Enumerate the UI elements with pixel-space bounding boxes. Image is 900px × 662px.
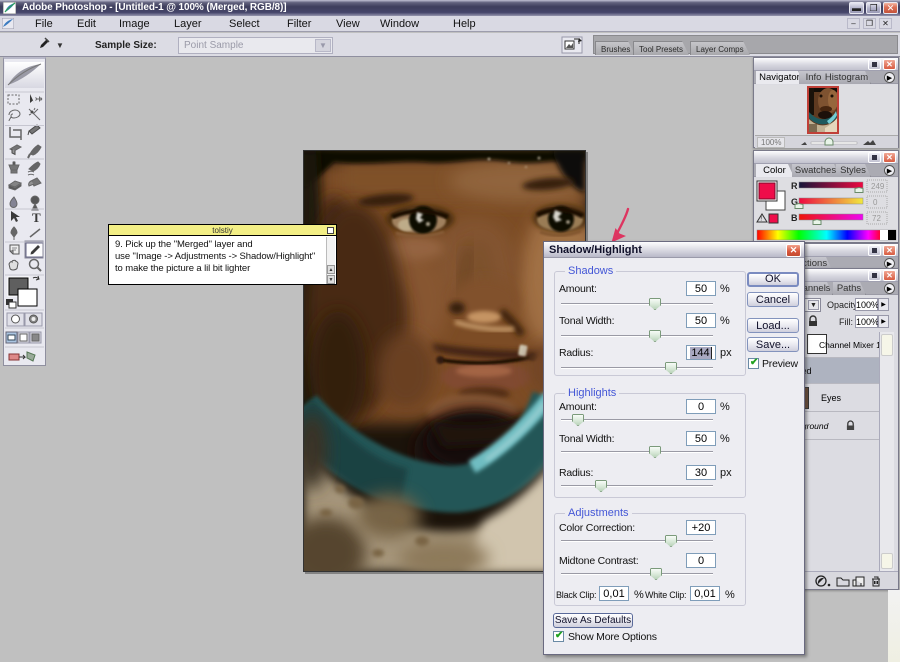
svg-text:!: ! [760, 216, 762, 223]
svg-text:0: 0 [873, 198, 878, 207]
svg-text:72: 72 [872, 214, 881, 223]
svg-text:249: 249 [871, 182, 885, 191]
svg-text:B: B [791, 213, 798, 223]
svg-text:R: R [791, 181, 798, 191]
svg-text:T: T [32, 210, 41, 225]
